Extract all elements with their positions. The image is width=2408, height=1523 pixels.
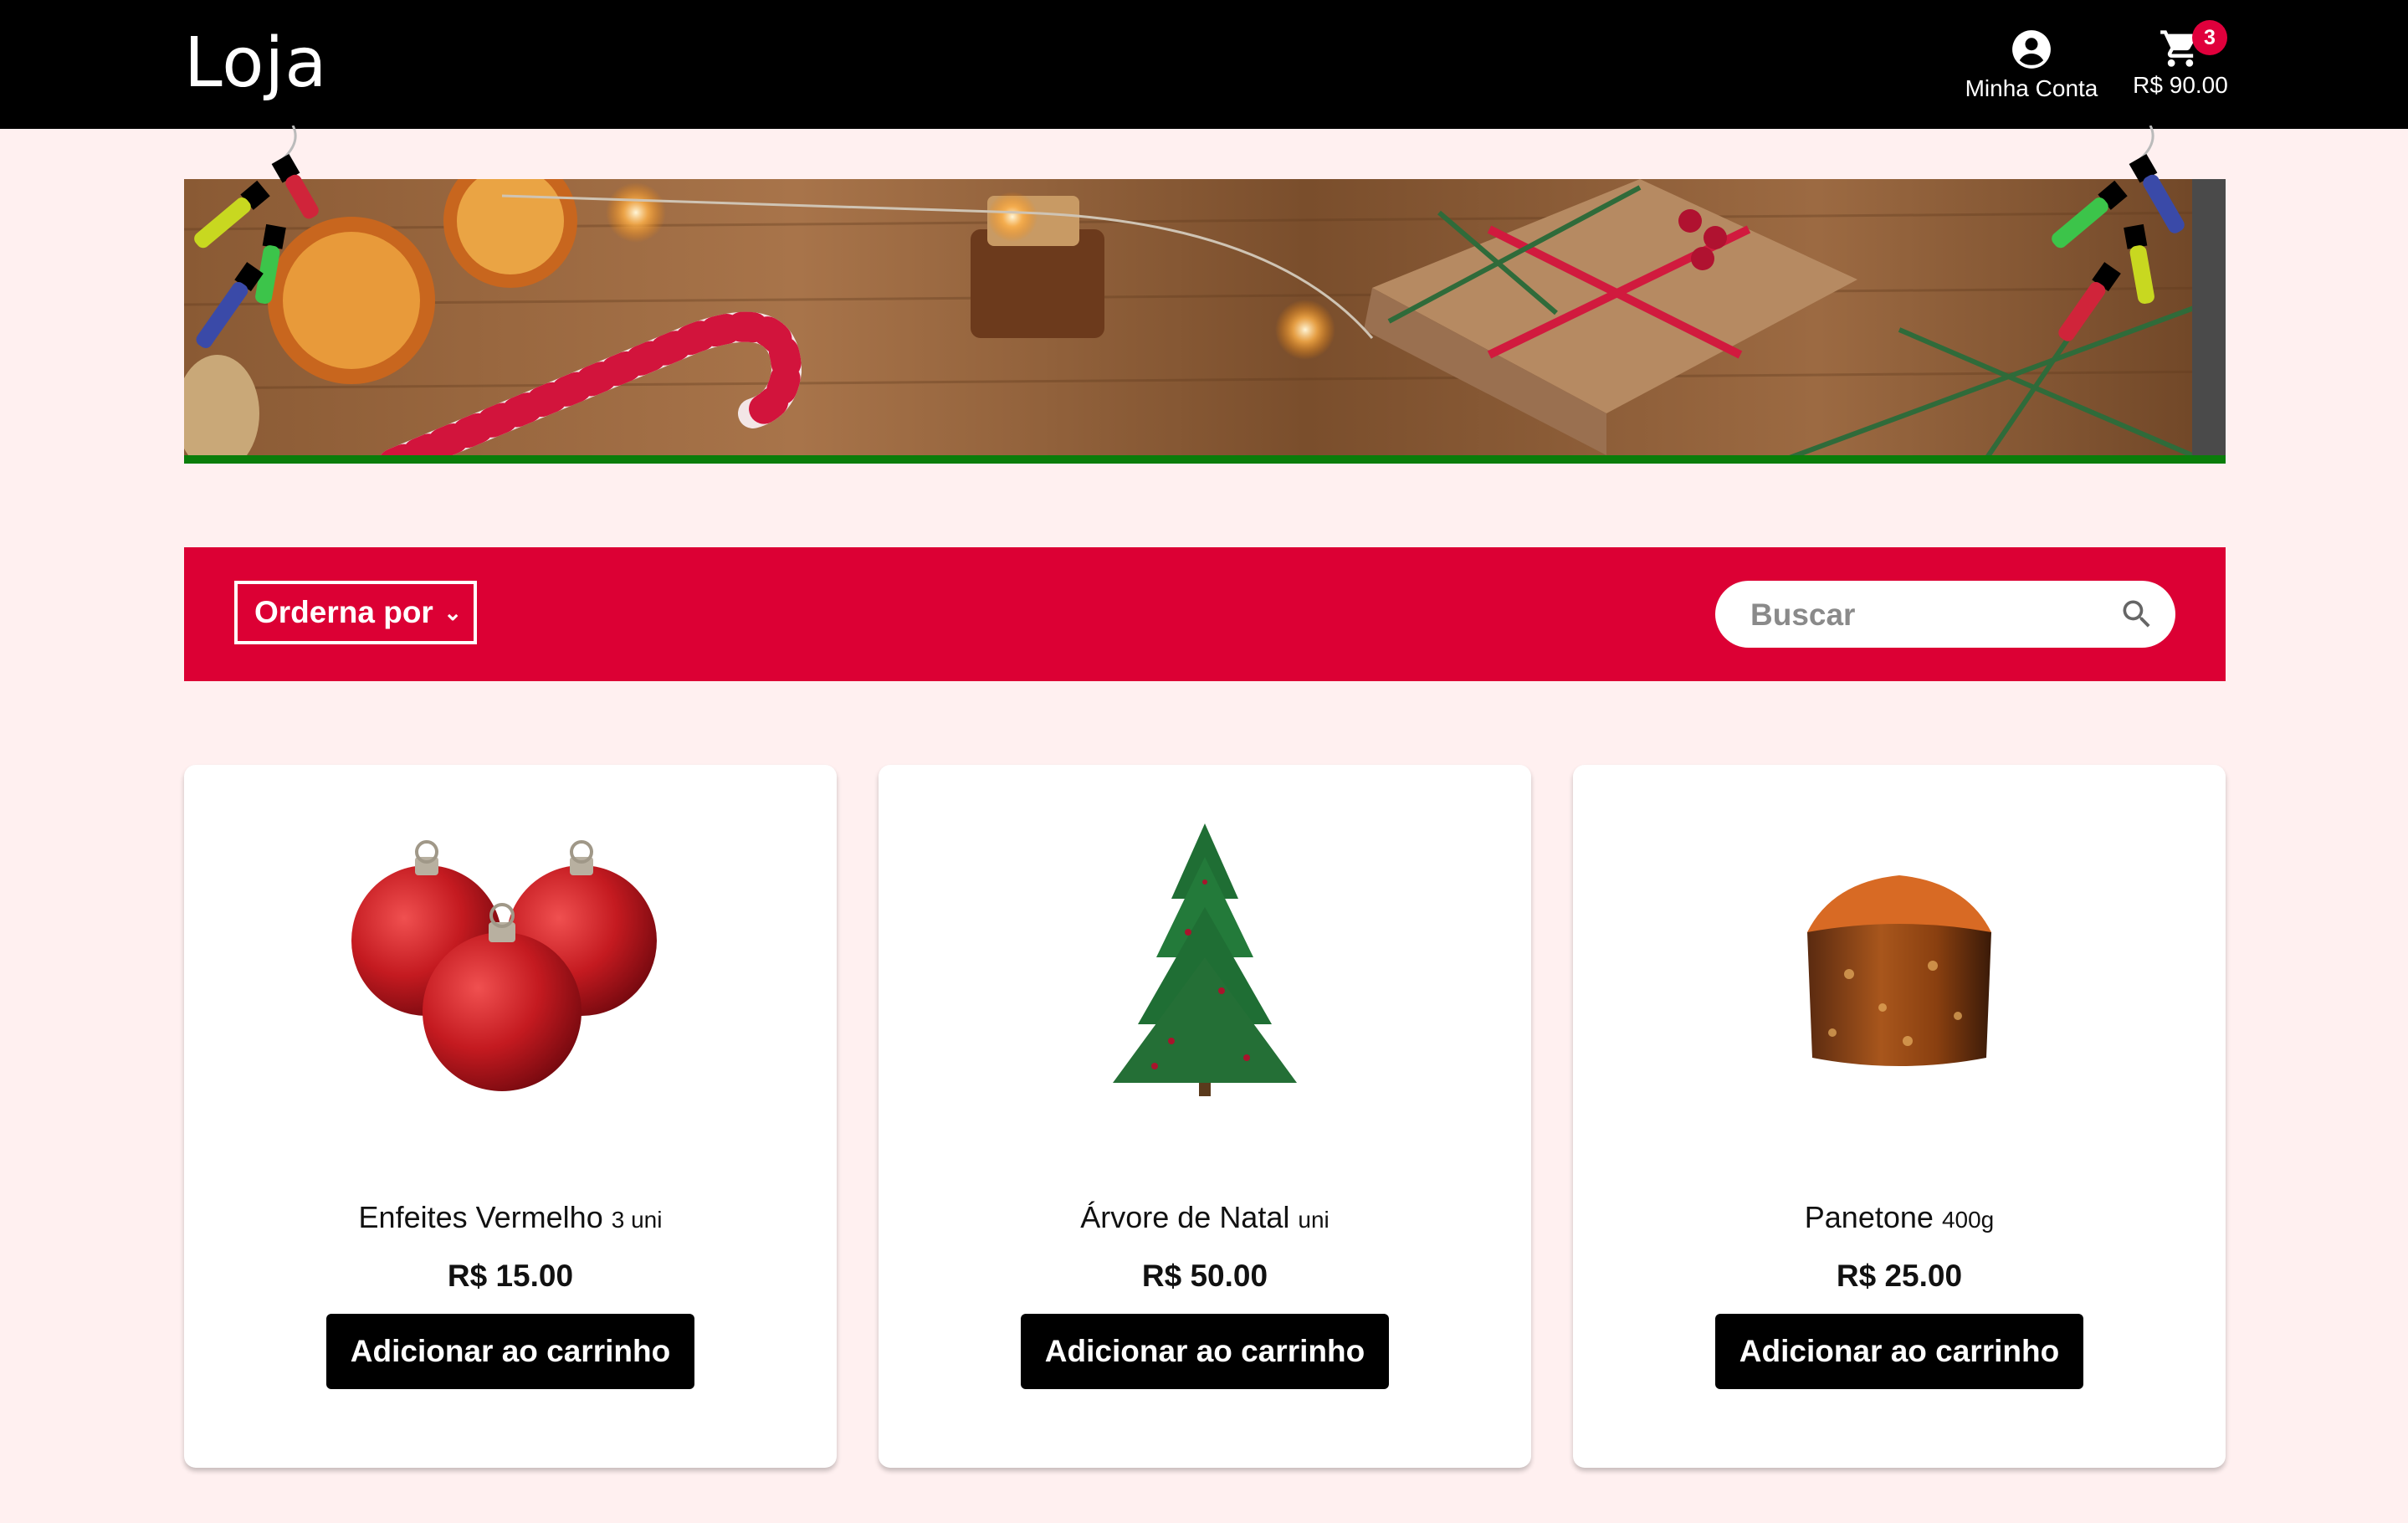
product-title: Enfeites Vermelho — [358, 1200, 603, 1234]
account-circle-icon — [2012, 30, 2051, 69]
top-navbar: Loja Minha Conta R$ 90.00 3 — [0, 0, 2408, 129]
product-name: Panetone 400g — [1573, 1200, 2226, 1235]
banner-bottom-strip — [184, 455, 2226, 464]
product-unit: 400g — [1941, 1207, 1995, 1233]
account-button[interactable]: Minha Conta — [1958, 28, 2105, 102]
search-icon[interactable] — [2119, 596, 2155, 633]
panettone-image — [1807, 875, 1991, 1066]
cart-count-badge: 3 — [2192, 20, 2227, 55]
banner-image — [184, 179, 2226, 464]
search-box — [1715, 581, 2175, 649]
add-to-cart-button[interactable]: Adicionar ao carrinho — [326, 1314, 694, 1389]
add-to-cart-button[interactable]: Adicionar ao carrinho — [1715, 1314, 2083, 1389]
christmas-banner — [184, 179, 2226, 464]
product-price: R$ 25.00 — [1836, 1259, 1963, 1293]
search-input[interactable] — [1749, 581, 2103, 649]
product-card: Panetone 400g R$ 25.00 Adicionar ao carr… — [1573, 765, 2226, 1468]
filter-bar: Orderna por ⌄ — [184, 547, 2226, 681]
product-title: Árvore de Natal — [1080, 1200, 1290, 1234]
add-to-cart-button[interactable]: Adicionar ao carrinho — [1021, 1314, 1389, 1389]
product-name: Árvore de Natal uni — [879, 1200, 1531, 1235]
string-lights-left — [194, 126, 319, 348]
sort-select[interactable]: Orderna por ⌄ — [234, 581, 477, 644]
product-card: Enfeites Vermelho 3 uni R$ 15.00 Adicion… — [184, 765, 837, 1468]
product-card: Árvore de Natal uni R$ 50.00 Adicionar a… — [879, 765, 1531, 1468]
red-ornaments-image — [351, 840, 657, 1091]
christmas-tree-image — [1113, 823, 1297, 1096]
product-price: R$ 50.00 — [1141, 1259, 1268, 1293]
product-name: Enfeites Vermelho 3 uni — [184, 1200, 837, 1235]
product-title: Panetone — [1804, 1200, 1934, 1234]
cart-total: R$ 90.00 — [2133, 72, 2228, 98]
account-label: Minha Conta — [1965, 75, 2098, 101]
string-lights-right — [2052, 126, 2185, 341]
cart-button[interactable]: R$ 90.00 3 — [2125, 20, 2236, 99]
product-price: R$ 15.00 — [447, 1259, 574, 1293]
store-logo[interactable]: Loja — [184, 23, 327, 104]
product-unit: uni — [1298, 1207, 1330, 1233]
chevron-down-icon: ⌄ — [443, 600, 462, 625]
product-unit: 3 uni — [611, 1207, 663, 1233]
sort-label: Orderna por — [254, 595, 433, 629]
product-grid: Enfeites Vermelho 3 uni R$ 15.00 Adicion… — [184, 765, 2226, 1468]
